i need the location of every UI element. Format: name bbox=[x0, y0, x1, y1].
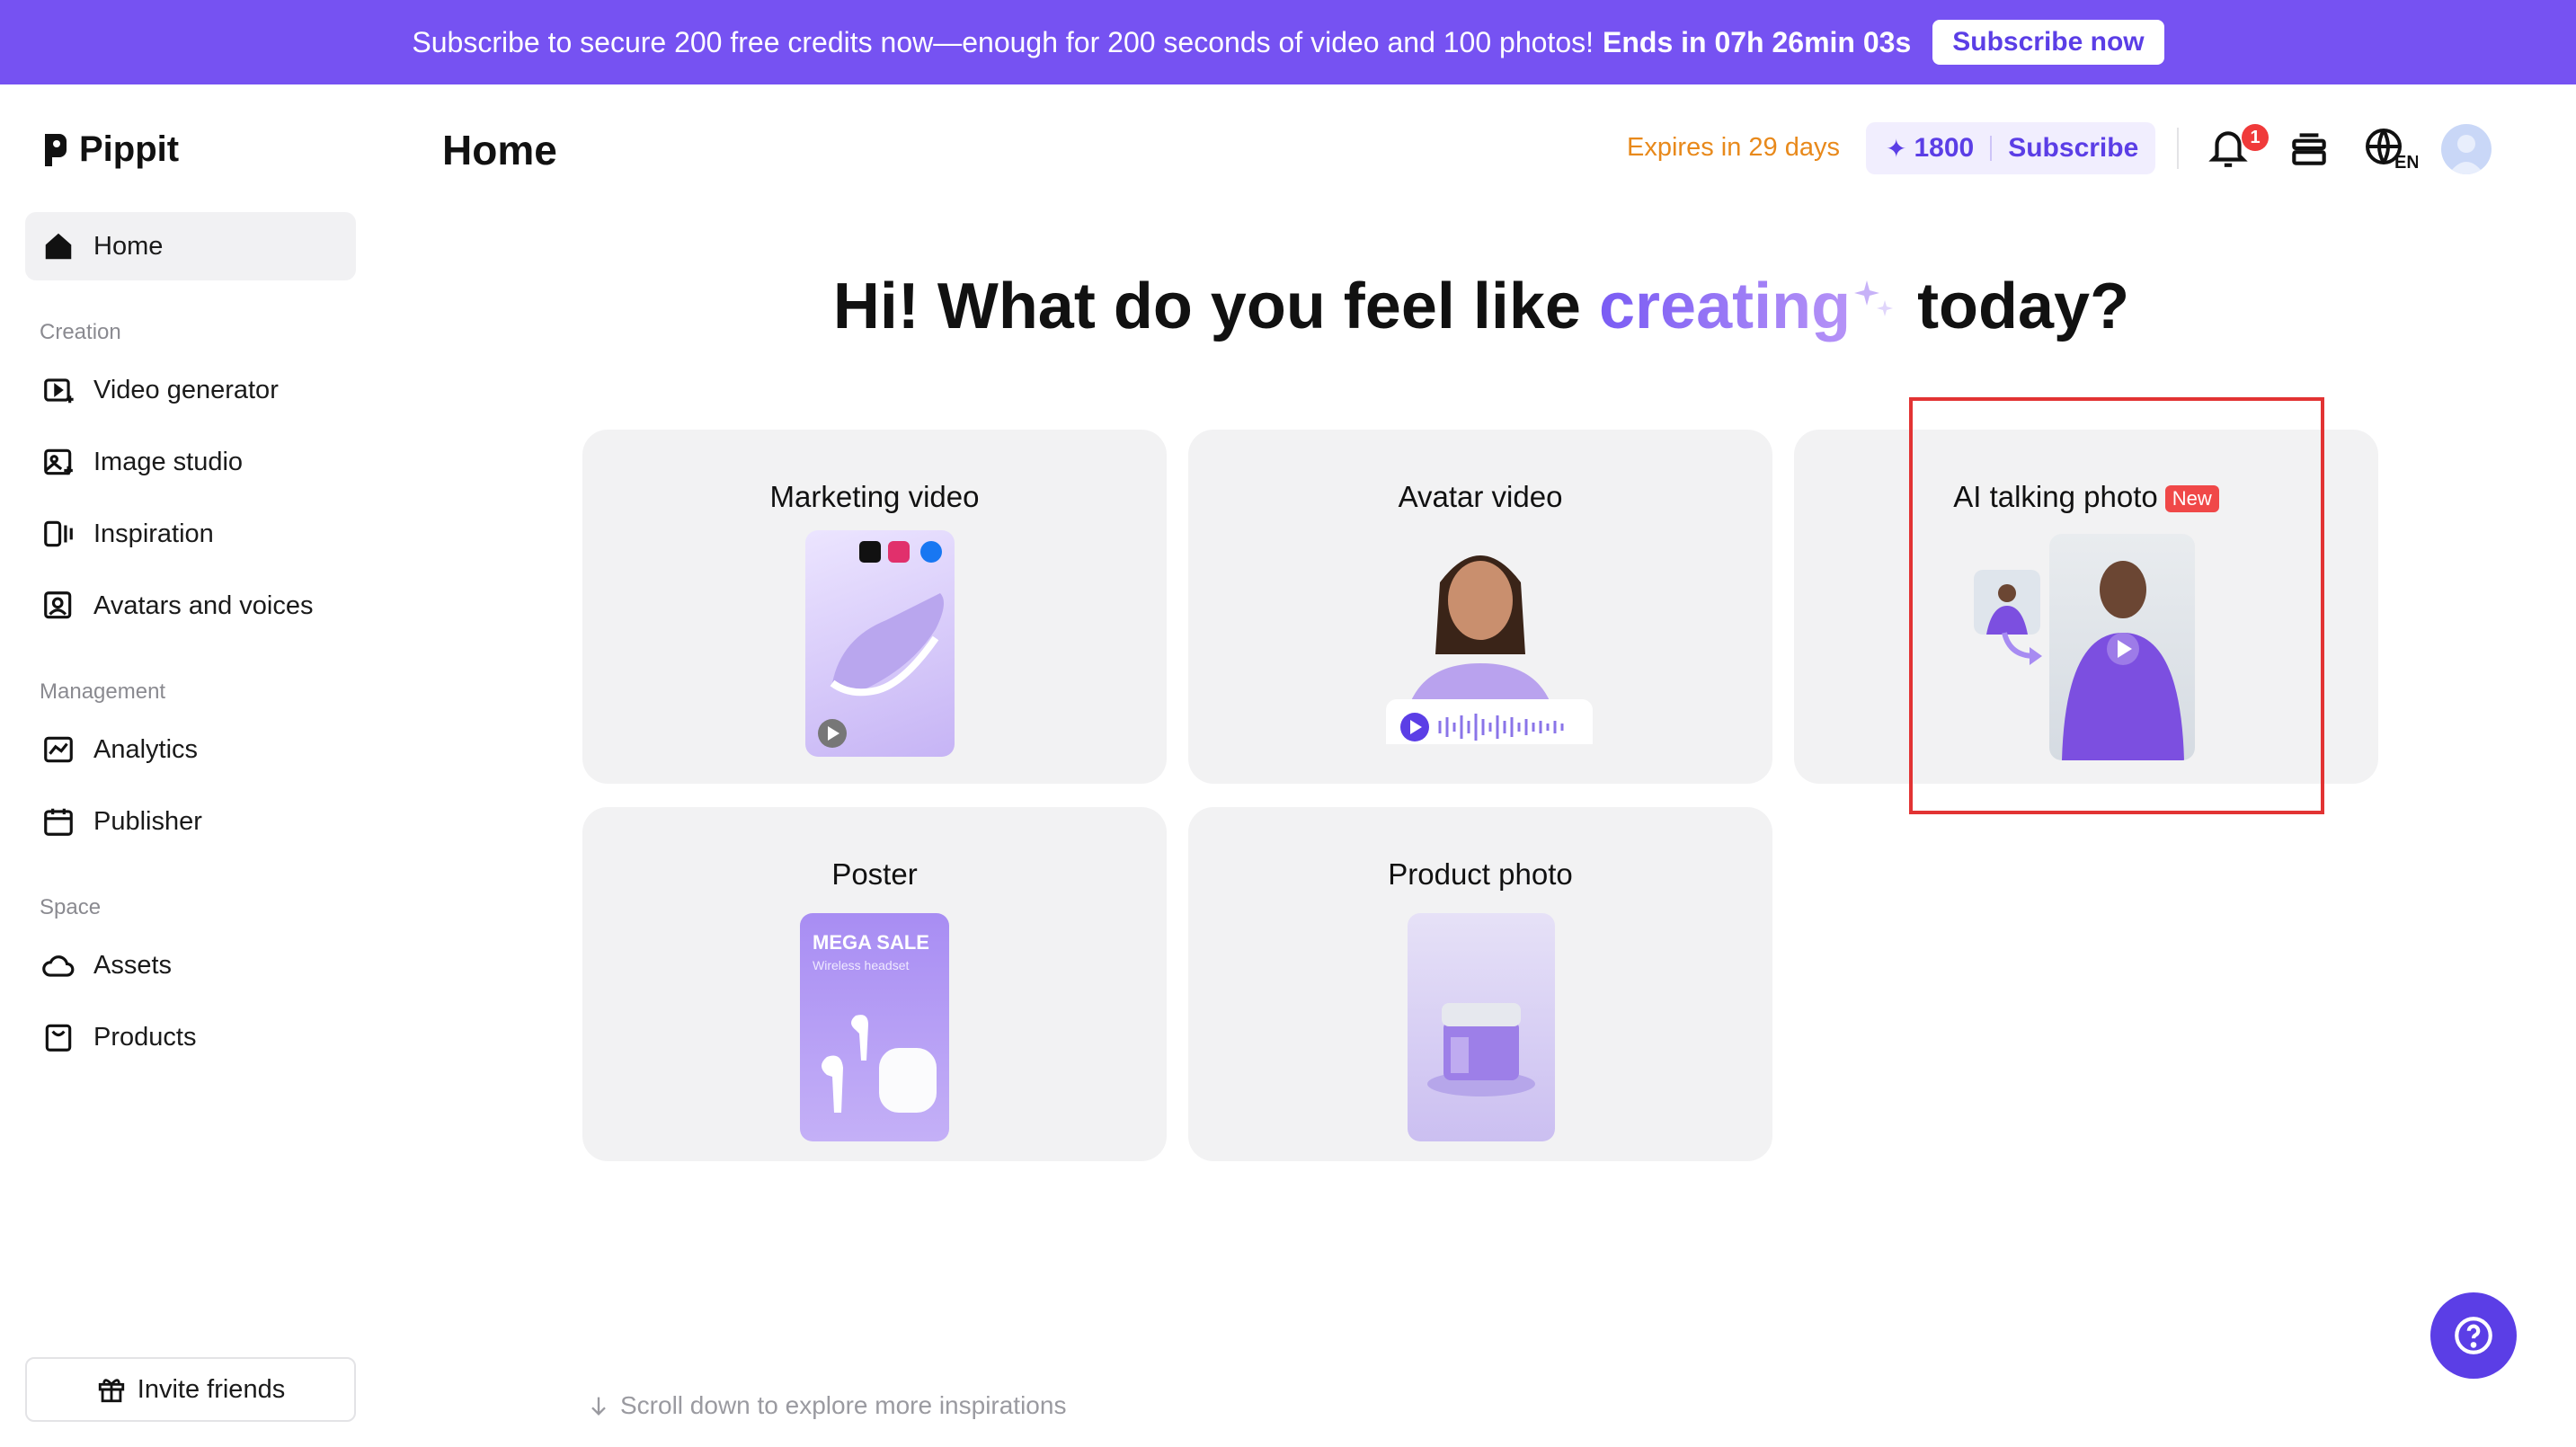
sidebar-item-label: Products bbox=[93, 1022, 197, 1052]
scroll-hint: Scroll down to explore more inspirations bbox=[586, 1391, 1066, 1420]
brand-name: Pippit bbox=[79, 129, 180, 169]
brand-logo[interactable]: Pippit bbox=[41, 129, 179, 170]
scroll-hint-text: Scroll down to explore more inspirations bbox=[620, 1391, 1067, 1419]
sidebar-item-video-generator[interactable]: Video generator bbox=[25, 356, 356, 424]
card-title: Marketing video bbox=[769, 480, 980, 513]
expires-text: Expires in 29 days bbox=[1627, 133, 1840, 162]
sidebar-item-label: Image studio bbox=[93, 447, 244, 476]
pippit-logo-icon bbox=[45, 133, 67, 166]
analytics-icon bbox=[44, 736, 73, 763]
sidebar-item-inspiration[interactable]: Inspiration bbox=[25, 500, 356, 568]
sidebar-item-products[interactable]: Products bbox=[25, 1003, 356, 1071]
card-marketing-video[interactable]: Marketing video bbox=[582, 430, 1167, 784]
sidebar-item-image-studio[interactable]: Image studio bbox=[25, 428, 356, 496]
stack-icon[interactable] bbox=[2287, 126, 2332, 171]
gift-icon bbox=[98, 1379, 124, 1403]
marketing-thumbnail bbox=[805, 530, 955, 757]
sidebar-item-label: Analytics bbox=[93, 734, 199, 764]
banner-message: Subscribe to secure 200 free credits now… bbox=[412, 25, 1594, 58]
sidebar-item-analytics[interactable]: Analytics bbox=[25, 715, 356, 784]
credits-count: 1800 bbox=[1914, 133, 1975, 163]
card-avatar-video[interactable]: Avatar video bbox=[1188, 430, 1772, 784]
help-icon bbox=[2455, 1317, 2492, 1354]
video-generator-icon bbox=[44, 378, 74, 404]
poster-sub-text: Wireless headset bbox=[813, 958, 910, 972]
cloud-icon bbox=[42, 955, 75, 977]
card-title: Poster bbox=[831, 857, 918, 891]
card-title: Product photo bbox=[1388, 857, 1573, 891]
avatar-illustration bbox=[1386, 555, 1593, 744]
headline-text: today? bbox=[1917, 271, 2130, 342]
products-icon bbox=[45, 1024, 72, 1052]
user-avatar[interactable] bbox=[2441, 124, 2492, 174]
banner-countdown: Ends in 07h 26min 03s bbox=[1603, 25, 1912, 58]
help-button[interactable] bbox=[2430, 1292, 2517, 1379]
section-space: Space bbox=[40, 895, 102, 919]
product-thumbnail bbox=[1408, 913, 1555, 1141]
avatars-voices-icon bbox=[44, 591, 72, 619]
card-title: Avatar video bbox=[1398, 480, 1563, 513]
invite-label: Invite friends bbox=[137, 1374, 286, 1404]
headline-accent: creating bbox=[1598, 271, 1852, 342]
section-management: Management bbox=[40, 679, 166, 704]
subscribe-now-button[interactable]: Subscribe now bbox=[1932, 20, 2164, 65]
language-globe-icon[interactable]: EN bbox=[2364, 126, 2418, 171]
card-product-photo[interactable]: Product photo bbox=[1188, 807, 1772, 1161]
headline-text: Hi! What do you feel like bbox=[832, 271, 1581, 342]
svg-text:EN: EN bbox=[2394, 153, 2418, 171]
inspiration-icon bbox=[44, 520, 73, 547]
notification-badge: 1 bbox=[2242, 124, 2269, 151]
user-avatar-icon bbox=[2448, 135, 2484, 174]
poster-thumbnail: MEGA SALE Wireless headset bbox=[800, 913, 949, 1141]
highlight-box bbox=[1909, 397, 2324, 814]
poster-sale-text: MEGA SALE bbox=[813, 931, 929, 954]
sidebar-item-label: Avatars and voices bbox=[93, 590, 314, 620]
arrow-down-icon bbox=[591, 1397, 606, 1416]
promo-banner: Subscribe to secure 200 free credits now… bbox=[0, 0, 2576, 84]
image-studio-icon bbox=[44, 448, 73, 475]
sidebar-item-label: Video generator bbox=[93, 375, 279, 404]
sparkle-icon bbox=[1854, 280, 1894, 316]
sparkle-icon: ✦ bbox=[1886, 134, 1907, 163]
sidebar-item-label: Assets bbox=[93, 950, 173, 980]
sidebar-item-label: Inspiration bbox=[93, 519, 214, 548]
page-title: Home bbox=[442, 127, 557, 173]
subscribe-link[interactable]: Subscribe bbox=[2008, 133, 2138, 164]
sidebar-item-assets[interactable]: Assets bbox=[25, 931, 356, 999]
main-headline: Hi! What do you feel like creating today? bbox=[0, 270, 2576, 343]
sidebar-item-avatars-voices[interactable]: Avatars and voices bbox=[25, 572, 356, 640]
sidebar-item-publisher[interactable]: Publisher bbox=[25, 787, 356, 856]
sidebar-item-label: Publisher bbox=[93, 806, 202, 836]
invite-friends-button[interactable]: Invite friends bbox=[25, 1357, 356, 1422]
card-poster[interactable]: Poster MEGA SALE Wireless headset bbox=[582, 807, 1167, 1161]
divider bbox=[1990, 136, 1993, 161]
credits-subscribe-pill[interactable]: ✦ 1800 Subscribe bbox=[1866, 122, 2155, 174]
home-icon bbox=[45, 233, 72, 260]
header-divider bbox=[2177, 128, 2179, 169]
sidebar-item-label: Home bbox=[93, 231, 164, 261]
calendar-icon bbox=[44, 808, 73, 836]
